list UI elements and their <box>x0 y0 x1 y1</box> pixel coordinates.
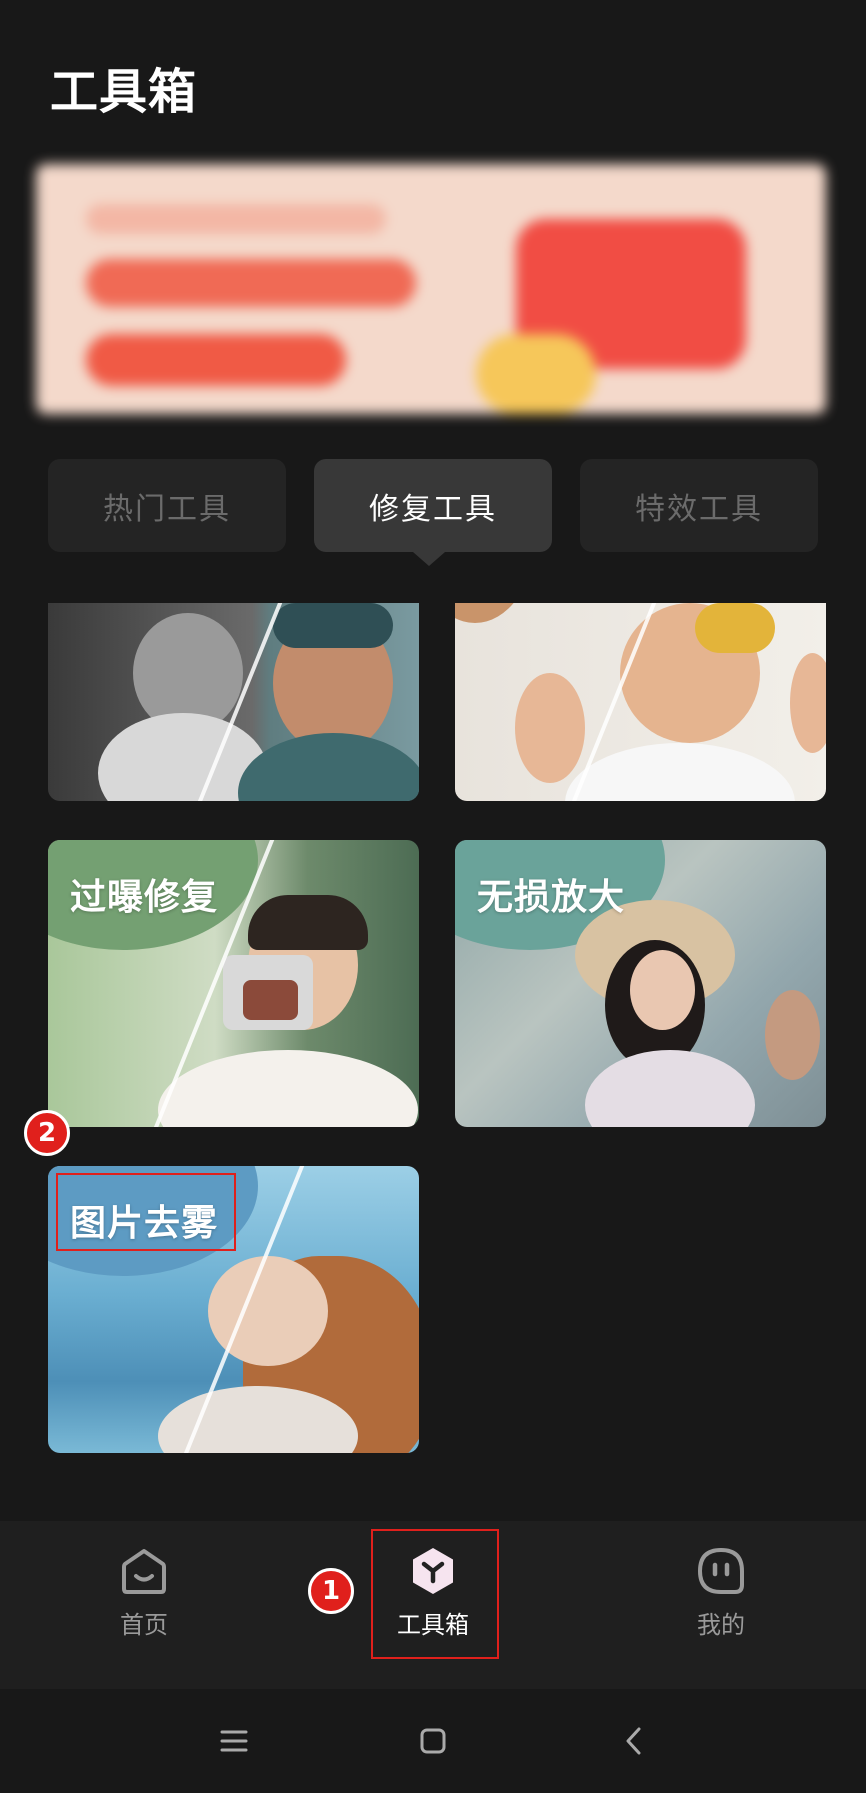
system-navigation-bar <box>0 1689 866 1793</box>
tool-card-lossless-upscale[interactable]: 无损放大 <box>455 840 826 1127</box>
category-tabs: 热门工具 修复工具 特效工具 <box>48 459 818 552</box>
home-icon <box>122 1549 166 1594</box>
tool-card-overexposure-repair[interactable]: 过曝修复 <box>48 840 419 1127</box>
annotation-highlight-dehaze <box>56 1173 236 1251</box>
tool-card-portrait[interactable] <box>455 603 826 801</box>
page-title: 工具箱 <box>50 64 198 120</box>
card-label: 过曝修复 <box>70 877 219 918</box>
profile-icon <box>697 1547 744 1594</box>
home-square-icon <box>420 1728 446 1754</box>
annotation-badge-1: 1 <box>308 1568 354 1614</box>
active-tab-pointer <box>413 552 445 566</box>
tab-repair-tools[interactable]: 修复工具 <box>314 459 552 552</box>
system-home-button[interactable] <box>411 1719 455 1763</box>
nav-item-profile[interactable]: 我的 <box>641 1521 801 1689</box>
annotation-badge-2: 2 <box>24 1110 70 1156</box>
back-icon <box>626 1727 641 1755</box>
annotation-highlight-toolbox <box>371 1529 499 1659</box>
card-label: 无损放大 <box>477 877 626 918</box>
nav-label-profile: 我的 <box>697 1611 745 1639</box>
nav-item-home[interactable]: 首页 <box>64 1521 224 1689</box>
promo-banner[interactable] <box>36 164 826 414</box>
tool-card-old-photo[interactable] <box>48 603 419 801</box>
back-button[interactable] <box>612 1719 656 1763</box>
tab-effect-tools[interactable]: 特效工具 <box>580 459 818 552</box>
nav-label-home: 首页 <box>120 1611 168 1639</box>
menu-button[interactable] <box>212 1719 256 1763</box>
menu-icon <box>220 1730 248 1752</box>
tab-hot-tools[interactable]: 热门工具 <box>48 459 286 552</box>
